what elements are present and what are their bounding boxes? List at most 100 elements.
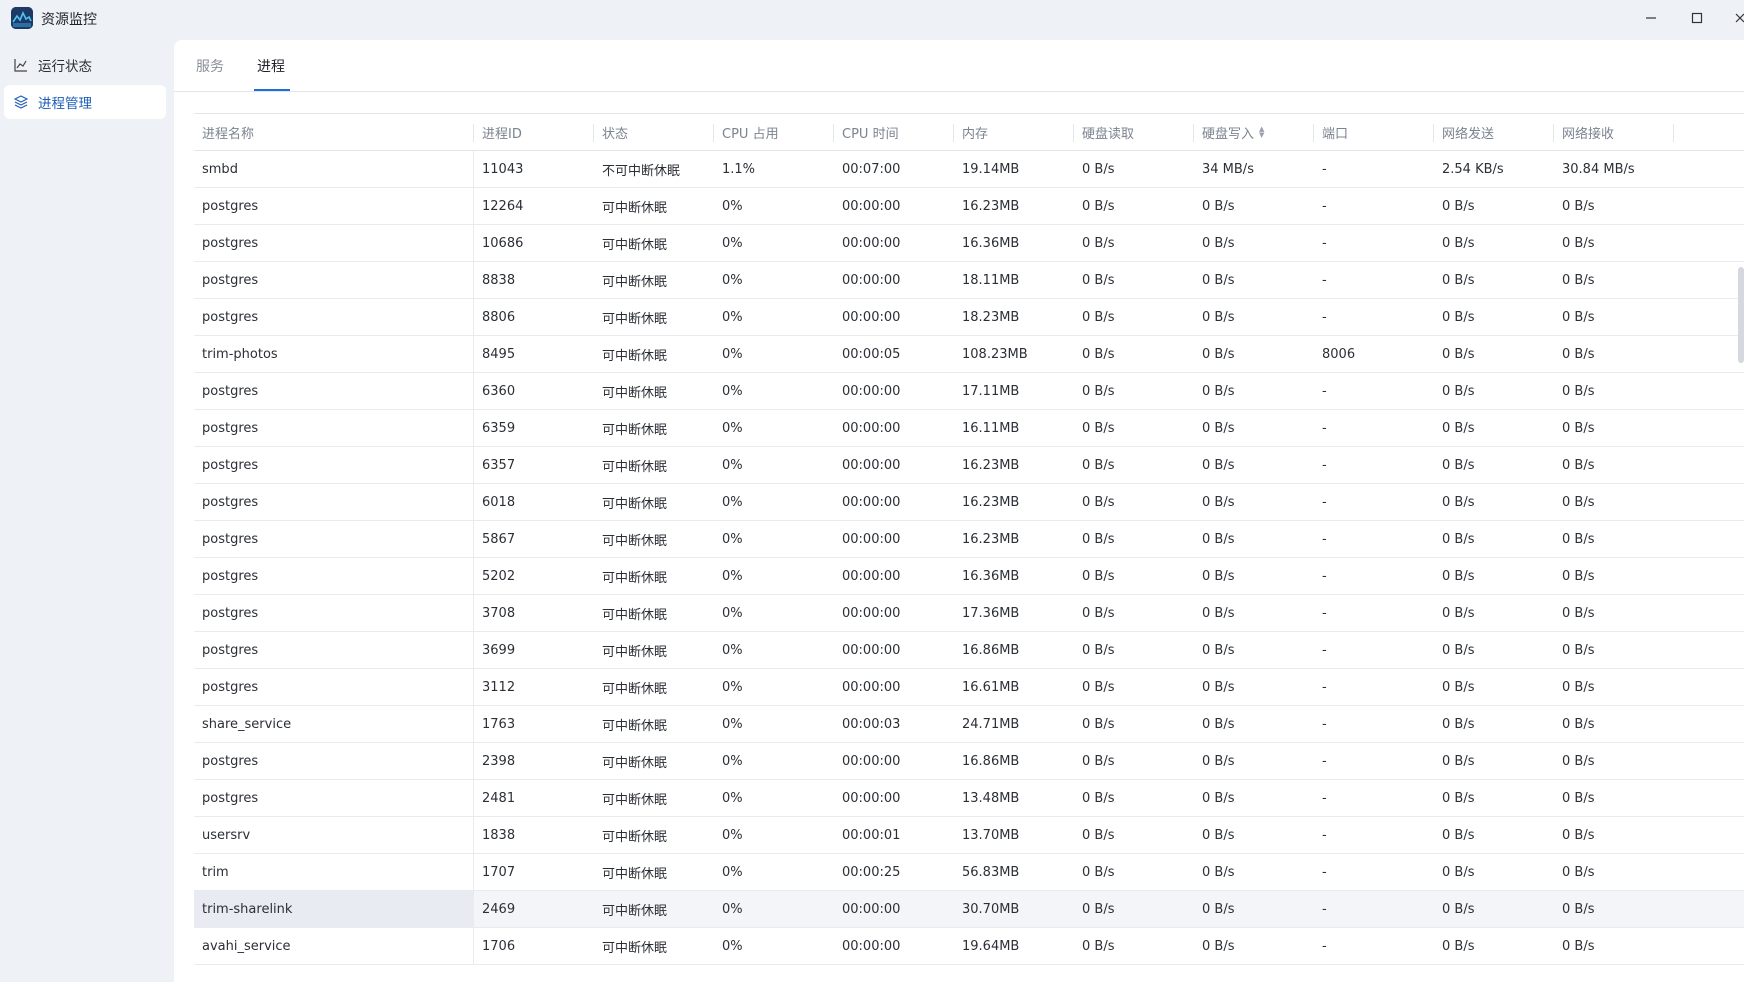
cell-process-name: trim-photos [194, 336, 474, 372]
cell-memory: 30.70MB [962, 901, 1020, 917]
cell-net-recv: 0 B/s [1562, 235, 1595, 251]
sidebar-item-process-management[interactable]: 进程管理 [4, 85, 166, 119]
column-header-net-recv[interactable]: 网络接收 [1554, 114, 1674, 151]
cell-status: 可中断休眠 [602, 903, 668, 919]
cell-disk-read: 0 B/s [1082, 716, 1115, 732]
cell-cpu-usage: 0% [722, 346, 743, 362]
cell-cpu-usage: 0% [722, 901, 743, 917]
chart-line-icon [12, 56, 30, 74]
app-window: 资源监控 运行状态 进程管理 服务 进程 进程名称 进程ID 状态 CPU 占用… [0, 0, 1744, 982]
table-row[interactable]: postgres 5202 可中断休眠 0% 00:00:00 16.36MB 0 B/s 0… [194, 558, 1744, 595]
table-row[interactable]: share_service 1763 可中断休眠 0% 00:00:03 24.71MB 0… [194, 706, 1744, 743]
column-header-cpu-usage[interactable]: CPU 占用 [714, 114, 834, 151]
column-header-pid[interactable]: 进程ID [474, 114, 594, 151]
cell-port: - [1322, 753, 1327, 769]
table-row[interactable]: postgres 10686 可中断休眠 0% 00:00:00 16.36MB 0 B/s… [194, 225, 1744, 262]
cell-disk-write: 0 B/s [1202, 457, 1235, 473]
cell-memory: 16.86MB [962, 642, 1020, 658]
cell-cpu-time: 00:00:00 [842, 531, 901, 547]
table-row[interactable]: usersrv 1838 可中断休眠 0% 00:00:01 13.70MB 0 B/s 0 … [194, 817, 1744, 854]
cell-disk-read: 0 B/s [1082, 790, 1115, 806]
cell-memory: 18.23MB [962, 309, 1020, 325]
cell-process-name: usersrv [194, 817, 474, 853]
cell-process-name: postgres [194, 373, 474, 409]
cell-net-send: 0 B/s [1442, 494, 1475, 510]
cell-cpu-time: 00:00:00 [842, 790, 901, 806]
table-row[interactable]: postgres 6360 可中断休眠 0% 00:00:00 17.11MB 0 B/s 0… [194, 373, 1744, 410]
table-row[interactable]: trim-sharelink 2469 可中断休眠 0% 00:00:00 30.70MB… [194, 891, 1744, 928]
table-row[interactable]: postgres 8838 可中断休眠 0% 00:00:00 18.11MB 0 B/s 0… [194, 262, 1744, 299]
cell-memory: 16.23MB [962, 494, 1020, 510]
column-header-net-send[interactable]: 网络发送 [1434, 114, 1554, 151]
cell-pid: 6360 [482, 383, 516, 399]
cell-disk-write: 0 B/s [1202, 235, 1235, 251]
cell-net-recv: 30.84 MB/s [1562, 161, 1635, 177]
column-header-process-name[interactable]: 进程名称 [194, 114, 474, 151]
cell-port: - [1322, 272, 1327, 288]
table-row[interactable]: postgres 6359 可中断休眠 0% 00:00:00 16.11MB 0 B/s 0… [194, 410, 1744, 447]
table-row[interactable]: postgres 3699 可中断休眠 0% 00:00:00 16.86MB 0 B/s 0… [194, 632, 1744, 669]
cell-net-send: 0 B/s [1442, 790, 1475, 806]
table-row[interactable]: postgres 6357 可中断休眠 0% 00:00:00 16.23MB 0 B/s 0… [194, 447, 1744, 484]
cell-port: - [1322, 938, 1327, 954]
table-row[interactable]: postgres 3708 可中断休眠 0% 00:00:00 17.36MB 0 B/s 0… [194, 595, 1744, 632]
cell-process-name: share_service [194, 706, 474, 742]
cell-cpu-time: 00:07:00 [842, 161, 901, 177]
table-row[interactable]: postgres 3112 可中断休眠 0% 00:00:00 16.61MB 0 B/s 0… [194, 669, 1744, 706]
cell-disk-write: 0 B/s [1202, 420, 1235, 436]
cell-disk-write: 0 B/s [1202, 901, 1235, 917]
cell-pid: 1838 [482, 827, 516, 843]
maximize-icon[interactable] [1685, 6, 1709, 30]
column-header-status[interactable]: 状态 [594, 114, 714, 151]
cell-disk-write: 0 B/s [1202, 531, 1235, 547]
cell-cpu-usage: 0% [722, 494, 743, 510]
cell-cpu-time: 00:00:00 [842, 605, 901, 621]
cell-status: 不可中断休眠 [602, 163, 681, 179]
table-row[interactable]: smbd 11043 不可中断休眠 1.1% 00:07:00 19.14MB 0 B/s 3… [194, 151, 1744, 188]
column-header-label: 硬盘写入 [1202, 126, 1255, 142]
cell-cpu-usage: 0% [722, 457, 743, 473]
sidebar-item-run-status[interactable]: 运行状态 [4, 48, 166, 82]
column-header-disk-write[interactable]: 硬盘写入 ▲ ▼ [1194, 114, 1314, 151]
close-icon[interactable] [1728, 6, 1744, 30]
column-header-disk-read[interactable]: 硬盘读取 [1074, 114, 1194, 151]
table-row[interactable]: postgres 2481 可中断休眠 0% 00:00:00 13.48MB 0 B/s 0… [194, 780, 1744, 817]
table-row[interactable]: avahi_service 1706 可中断休眠 0% 00:00:00 19.64MB 0… [194, 928, 1744, 965]
cell-port: - [1322, 494, 1327, 510]
column-header-label: 进程名称 [202, 126, 255, 142]
app-title: 资源监控 [41, 12, 97, 28]
cell-cpu-time: 00:00:00 [842, 494, 901, 510]
sidebar-item-label: 运行状态 [38, 59, 92, 75]
cell-port: - [1322, 827, 1327, 843]
table-header: 进程名称 进程ID 状态 CPU 占用 CPU 时间 内存 硬盘读取 硬盘写入 ▲ ▼ 端口 网络发送… [194, 114, 1744, 151]
cell-pid: 1706 [482, 938, 516, 954]
cell-process-name: postgres [194, 262, 474, 298]
cell-net-recv: 0 B/s [1562, 272, 1595, 288]
column-header-memory[interactable]: 内存 [954, 114, 1074, 151]
tab-processes[interactable]: 进程 [257, 56, 285, 92]
column-header-cpu-time[interactable]: CPU 时间 [834, 114, 954, 151]
tab-bar: 服务 进程 [174, 40, 1744, 92]
minimize-icon[interactable] [1639, 6, 1663, 30]
cell-port: - [1322, 716, 1327, 732]
table-row[interactable]: trim-photos 8495 可中断休眠 0% 00:00:05 108.23MB 0 … [194, 336, 1744, 373]
cell-pid: 8806 [482, 309, 516, 325]
cell-cpu-usage: 0% [722, 642, 743, 658]
table-row[interactable]: postgres 6018 可中断休眠 0% 00:00:00 16.23MB 0 B/s 0… [194, 484, 1744, 521]
table-row[interactable]: trim 1707 可中断休眠 0% 00:00:25 56.83MB 0 B/s 0 B/s… [194, 854, 1744, 891]
column-header-label: CPU 占用 [722, 126, 779, 142]
cell-cpu-usage: 0% [722, 198, 743, 214]
table-row[interactable]: postgres 5867 可中断休眠 0% 00:00:00 16.23MB 0 B/s 0… [194, 521, 1744, 558]
column-header-label: 内存 [962, 126, 989, 142]
cell-port: - [1322, 531, 1327, 547]
table-row[interactable]: postgres 8806 可中断休眠 0% 00:00:00 18.23MB 0 B/s 0… [194, 299, 1744, 336]
column-header-port[interactable]: 端口 [1314, 114, 1434, 151]
table-row[interactable]: postgres 12264 可中断休眠 0% 00:00:00 16.23MB 0 B/s… [194, 188, 1744, 225]
table-row[interactable]: postgres 2398 可中断休眠 0% 00:00:00 16.86MB 0 B/s 0… [194, 743, 1744, 780]
tab-services[interactable]: 服务 [196, 56, 224, 92]
vertical-scrollbar[interactable] [1738, 267, 1744, 363]
cell-disk-write: 0 B/s [1202, 864, 1235, 880]
cell-status: 可中断休眠 [602, 311, 668, 327]
cell-pid: 1763 [482, 716, 516, 732]
cell-cpu-time: 00:00:03 [842, 716, 901, 732]
